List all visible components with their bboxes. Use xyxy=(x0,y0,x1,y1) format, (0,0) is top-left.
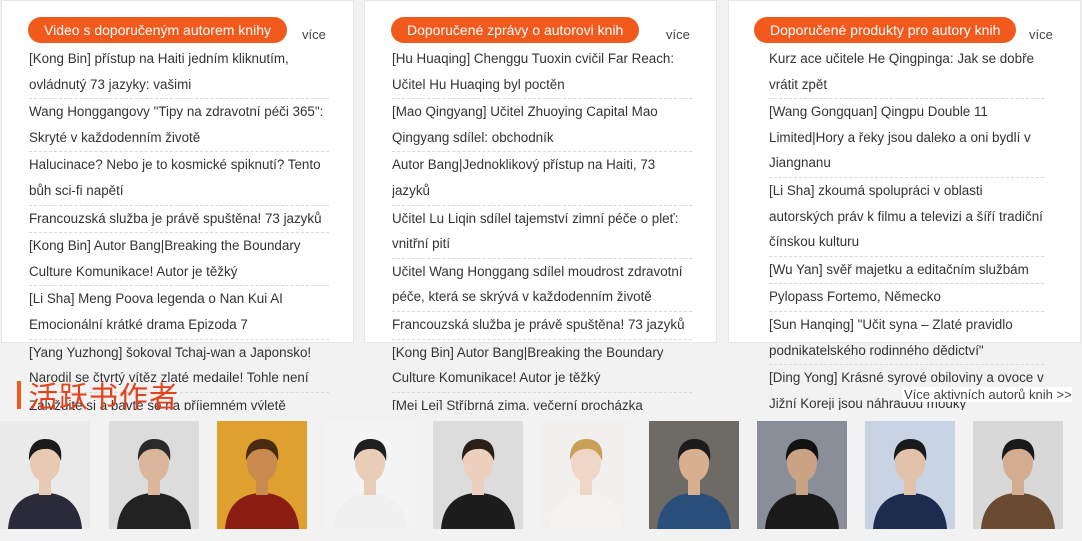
news-list-container: [Hu Huaqing] Chenggu Tuoxin cvičil Far R… xyxy=(392,0,692,410)
list-item[interactable]: Wang Honggangovy "Tipy na zdravotní péči… xyxy=(29,99,329,153)
authors-heading: 活跃书作者 xyxy=(17,377,180,414)
news-link[interactable]: Wang Honggangovy "Tipy na zdravotní péči… xyxy=(29,104,323,145)
list-item[interactable]: Francouzská služba je právě spuštěna! 73… xyxy=(392,312,692,340)
portrait-image xyxy=(865,421,955,529)
list-item[interactable]: [Sun Hanqing] "Učit syna – Zlaté pravidl… xyxy=(769,312,1044,366)
news-link[interactable]: [Mei Lei] Stříbrná zima, večerní procház… xyxy=(392,398,643,410)
products-list-container: Kurz ace učitele He Qingpinga: Jak se do… xyxy=(769,0,1044,410)
list-item[interactable]: [Kong Bin] Autor Bang|Breaking the Bound… xyxy=(392,340,692,393)
author-photo[interactable] xyxy=(433,421,523,529)
products-list: Kurz ace učitele He Qingpinga: Jak se do… xyxy=(769,46,1044,410)
list-item[interactable]: [Kong Bin] přístup na Haiti jedním klikn… xyxy=(29,46,329,100)
author-photo[interactable] xyxy=(757,421,847,529)
list-item[interactable]: [Mei Lei] Stříbrná zima, večerní procház… xyxy=(392,393,692,410)
more-link-news[interactable]: více xyxy=(666,27,690,42)
heading-accent-bar xyxy=(17,381,21,409)
portrait-image xyxy=(649,421,739,529)
news-link[interactable]: Pylopass Fortemo, Německo xyxy=(769,289,941,304)
video-list: [Kong Bin] přístup na Haiti jedním klikn… xyxy=(29,46,329,410)
news-link[interactable]: Francouzská služba je právě spuštěna! 73… xyxy=(392,317,685,332)
author-photo[interactable] xyxy=(541,421,631,529)
news-link[interactable]: Kurz ace učitele He Qingpinga: Jak se do… xyxy=(769,51,1034,92)
portrait-image xyxy=(109,421,199,529)
more-link-video[interactable]: více xyxy=(302,27,326,42)
section-title-video: Video s doporučeným autorem knihy xyxy=(28,17,287,43)
list-item[interactable]: [Kong Bin] Autor Bang|Breaking the Bound… xyxy=(29,233,329,287)
portrait-image xyxy=(757,421,847,529)
portrait-image xyxy=(433,421,523,529)
news-link[interactable]: [Wang Gongquan] Qingpu Double 11 Limited… xyxy=(769,104,1031,170)
section-title-news: Doporučené zprávy o autorovi knih xyxy=(391,17,640,43)
authors-heading-text: 活跃书作者 xyxy=(29,382,180,414)
list-item[interactable]: Halucinace? Nebo je to kosmické spiknutí… xyxy=(29,152,329,206)
author-photo[interactable] xyxy=(0,421,90,529)
news-link[interactable]: Učitel Lu Liqin sdílel tajemství zimní p… xyxy=(392,211,678,252)
list-item[interactable]: Učitel Lu Liqin sdílel tajemství zimní p… xyxy=(392,206,692,259)
portrait-image xyxy=(217,421,307,529)
list-item[interactable]: [Li Sha] zkoumá spolupráci v oblasti aut… xyxy=(769,178,1044,257)
video-list-container: [Kong Bin] přístup na Haiti jedním klikn… xyxy=(29,0,329,410)
news-list: [Hu Huaqing] Chenggu Tuoxin cvičil Far R… xyxy=(392,46,692,410)
section-title-products: Doporučené produkty pro autory knih xyxy=(754,17,1017,43)
list-item[interactable]: [Wu Yan] svěř majetku a editačním službá… xyxy=(769,257,1044,285)
portrait-image xyxy=(325,421,415,529)
list-item[interactable]: Francouzská služba je právě spuštěna! 73… xyxy=(29,206,329,234)
news-link[interactable]: Učitel Wang Honggang sdílel moudrost zdr… xyxy=(392,264,683,305)
news-link[interactable]: [Li Sha] Meng Poova legenda o Nan Kui AI… xyxy=(29,291,283,332)
news-link[interactable]: [Li Sha] zkoumá spolupráci v oblasti aut… xyxy=(769,183,1043,249)
portrait-image xyxy=(973,421,1063,529)
author-photo[interactable] xyxy=(973,421,1063,529)
news-link[interactable]: [Wu Yan] svěř majetku a editačním službá… xyxy=(769,262,1029,277)
portrait-image xyxy=(0,421,90,529)
list-item[interactable]: Pylopass Fortemo, Německo xyxy=(769,284,1044,312)
list-item[interactable]: [Hu Huaqing] Chenggu Tuoxin cvičil Far R… xyxy=(392,46,692,100)
author-photo[interactable] xyxy=(109,421,199,529)
author-photo[interactable] xyxy=(325,421,415,529)
more-link-products[interactable]: více xyxy=(1029,27,1053,42)
list-item[interactable]: Učitel Wang Honggang sdílel moudrost zdr… xyxy=(392,259,692,312)
news-link[interactable]: [Kong Bin] Autor Bang|Breaking the Bound… xyxy=(392,345,663,386)
news-link[interactable]: [Kong Bin] Autor Bang|Breaking the Bound… xyxy=(29,238,300,279)
list-item[interactable]: [Li Sha] Meng Poova legenda o Nan Kui AI… xyxy=(29,286,329,340)
author-photo[interactable] xyxy=(217,421,307,529)
news-link[interactable]: [Mao Qingyang] Učitel Zhuoying Capital M… xyxy=(392,104,658,145)
news-link[interactable]: [Hu Huaqing] Chenggu Tuoxin cvičil Far R… xyxy=(392,51,674,92)
news-link[interactable]: Halucinace? Nebo je to kosmické spiknutí… xyxy=(29,157,321,198)
author-photo[interactable] xyxy=(865,421,955,529)
news-link[interactable]: Francouzská služba je právě spuštěna! 73… xyxy=(29,211,322,226)
list-item[interactable]: [Wang Gongquan] Qingpu Double 11 Limited… xyxy=(769,99,1044,178)
more-authors-link[interactable]: Více aktivních autorů knih >> xyxy=(902,387,1072,402)
portrait-image xyxy=(541,421,631,529)
list-item[interactable]: Kurz ace učitele He Qingpinga: Jak se do… xyxy=(769,46,1044,100)
list-item[interactable]: [Mao Qingyang] Učitel Zhuoying Capital M… xyxy=(392,99,692,153)
news-link[interactable]: [Sun Hanqing] "Učit syna – Zlaté pravidl… xyxy=(769,317,1013,358)
list-item[interactable]: Autor Bang|Jednoklikový přístup na Haiti… xyxy=(392,152,692,206)
author-photo[interactable] xyxy=(649,421,739,529)
news-link[interactable]: [Kong Bin] přístup na Haiti jedním klikn… xyxy=(29,51,289,92)
news-link[interactable]: Autor Bang|Jednoklikový přístup na Haiti… xyxy=(392,157,655,198)
